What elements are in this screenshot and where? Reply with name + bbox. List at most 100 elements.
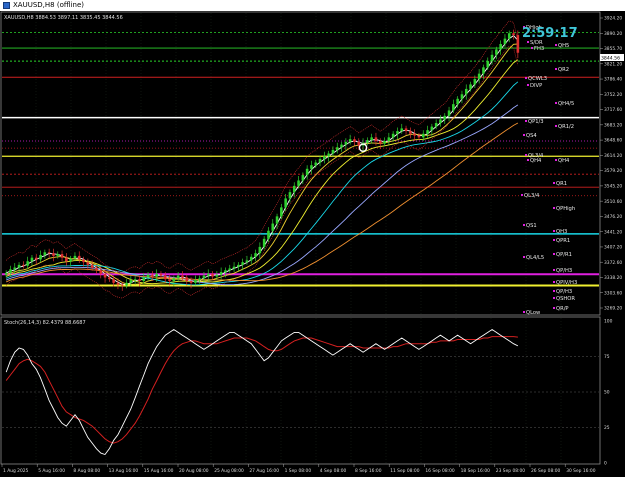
candle-body <box>353 139 356 142</box>
candle-body <box>452 104 455 111</box>
candle-body <box>95 267 98 271</box>
candle-body <box>176 275 180 279</box>
price-tick-label: 3648.60 <box>604 138 622 144</box>
level-marker <box>553 230 555 232</box>
window-titlebar: XAUUSD,H8 (offline) <box>0 0 625 11</box>
candle-body <box>469 84 472 89</box>
candle-body <box>9 269 12 273</box>
level-marker <box>527 41 529 43</box>
price-tick-label: 3752.20 <box>604 92 622 98</box>
price-tick-label: 3924.20 <box>604 16 622 22</box>
candle-body <box>245 260 249 263</box>
candle-body <box>503 38 507 45</box>
candle-body <box>215 274 219 277</box>
candle-body <box>516 35 520 53</box>
time-tick-label: 16 Sep 08:00 <box>425 468 455 474</box>
candle-body <box>417 135 421 138</box>
price-tick-label: 3372.60 <box>604 260 622 266</box>
candle-body <box>357 141 361 146</box>
time-tick-label: 1 Sep 08:00 <box>285 468 312 474</box>
candle-body <box>366 140 369 143</box>
level-label: QPR1 <box>556 238 570 244</box>
price-tick-label: 3717.60 <box>604 107 622 113</box>
candle-body <box>194 280 197 283</box>
time-tick-label: 15 Aug 16:00 <box>144 468 174 474</box>
candle-body <box>378 140 382 144</box>
level-label: QPHigh <box>556 206 575 212</box>
level-label: QS1 <box>526 223 537 229</box>
candle-body <box>340 144 343 148</box>
candle-body <box>22 264 25 266</box>
level-marker <box>553 307 555 309</box>
level-marker <box>521 194 523 196</box>
candle-body <box>206 273 210 276</box>
level-marker <box>527 84 529 86</box>
time-tick-label: 25 Aug 08:00 <box>214 468 244 474</box>
candle-body <box>271 223 275 231</box>
candle-body <box>181 275 184 278</box>
level-label: QP/H3 <box>556 268 572 274</box>
level-label: QR1/2 <box>558 124 574 130</box>
level-label: QR1 <box>556 181 567 187</box>
candle-body <box>211 273 214 277</box>
stoch-tick-label: 0 <box>604 461 607 467</box>
stoch-tick-label: 75 <box>604 354 610 360</box>
level-marker <box>555 68 557 70</box>
level-label: QR/P <box>556 306 569 312</box>
chart-canvas[interactable]: DHighS/DRFH3 QH5QCWL3QR2DIVPQH4/5QP1/3QR1… <box>0 11 625 477</box>
time-tick-label: 8 Aug 08:00 <box>73 468 100 474</box>
candle-body <box>172 278 176 282</box>
level-marker <box>525 154 527 156</box>
candle-body <box>47 252 51 254</box>
level-label: QL3/4 <box>524 193 540 199</box>
candle-body <box>348 139 352 142</box>
candle-body <box>460 94 464 99</box>
candle-body <box>275 216 279 224</box>
level-marker <box>523 134 525 136</box>
level-label: DIVP <box>530 83 542 89</box>
candle-body <box>421 133 425 138</box>
candle-body <box>344 141 348 145</box>
candle-body <box>292 185 296 193</box>
candle-body <box>400 128 404 132</box>
time-tick-label: 26 Sep 08:00 <box>531 468 561 474</box>
candle-body <box>163 275 167 280</box>
candle-body <box>284 198 287 208</box>
candle-body <box>133 279 137 281</box>
candle-body <box>370 137 373 141</box>
time-tick-label: 23 Sep 08:00 <box>496 468 526 474</box>
level-label: QSHOR <box>556 296 575 302</box>
price-tick-label: 3269.20 <box>604 306 622 312</box>
level-label: QP1/3 <box>528 119 544 125</box>
candle-body <box>413 133 416 136</box>
level-label: QP/R1 <box>556 252 572 258</box>
candle-body <box>189 281 193 283</box>
time-tick-label: 13 Aug 16:00 <box>109 468 139 474</box>
price-tick-label: 3545.20 <box>604 183 622 189</box>
price-tick-label: 3510.60 <box>604 199 622 205</box>
time-tick-label: 20 Aug 08:00 <box>179 468 209 474</box>
candle-body <box>314 162 318 166</box>
current-price-value: 3844.56 <box>601 56 620 62</box>
level-label: QS4 <box>526 133 537 139</box>
stoch-header: Stoch(26,14,3) 82.4379 88.6687 <box>4 320 86 326</box>
candle-body <box>232 266 236 269</box>
candle-body <box>17 264 21 268</box>
level-marker <box>555 159 557 161</box>
time-axis[interactable]: 1 Aug 2025 5 Aug 16:00 8 Aug 08:00 13 Aug 1… <box>1 464 596 474</box>
price-tick-label: 3407.20 <box>604 245 622 251</box>
stoch-tick-label: 100 <box>604 319 613 325</box>
level-marker <box>553 290 555 292</box>
candle-body <box>146 274 150 278</box>
candle-body <box>310 165 313 169</box>
candle-body <box>82 259 85 263</box>
candle-body <box>26 261 29 266</box>
price-tick-label: 3855.70 <box>604 46 622 52</box>
window-title: XAUUSD,H8 (offline) <box>13 1 85 9</box>
time-tick-label: 1 Aug 2025 <box>3 468 29 474</box>
candle-body <box>249 256 253 261</box>
stoch-tick-label: 25 <box>604 425 610 431</box>
time-tick-label: 18 Sep 16:00 <box>461 468 491 474</box>
candle-body <box>241 262 244 265</box>
candle-body <box>464 88 468 95</box>
